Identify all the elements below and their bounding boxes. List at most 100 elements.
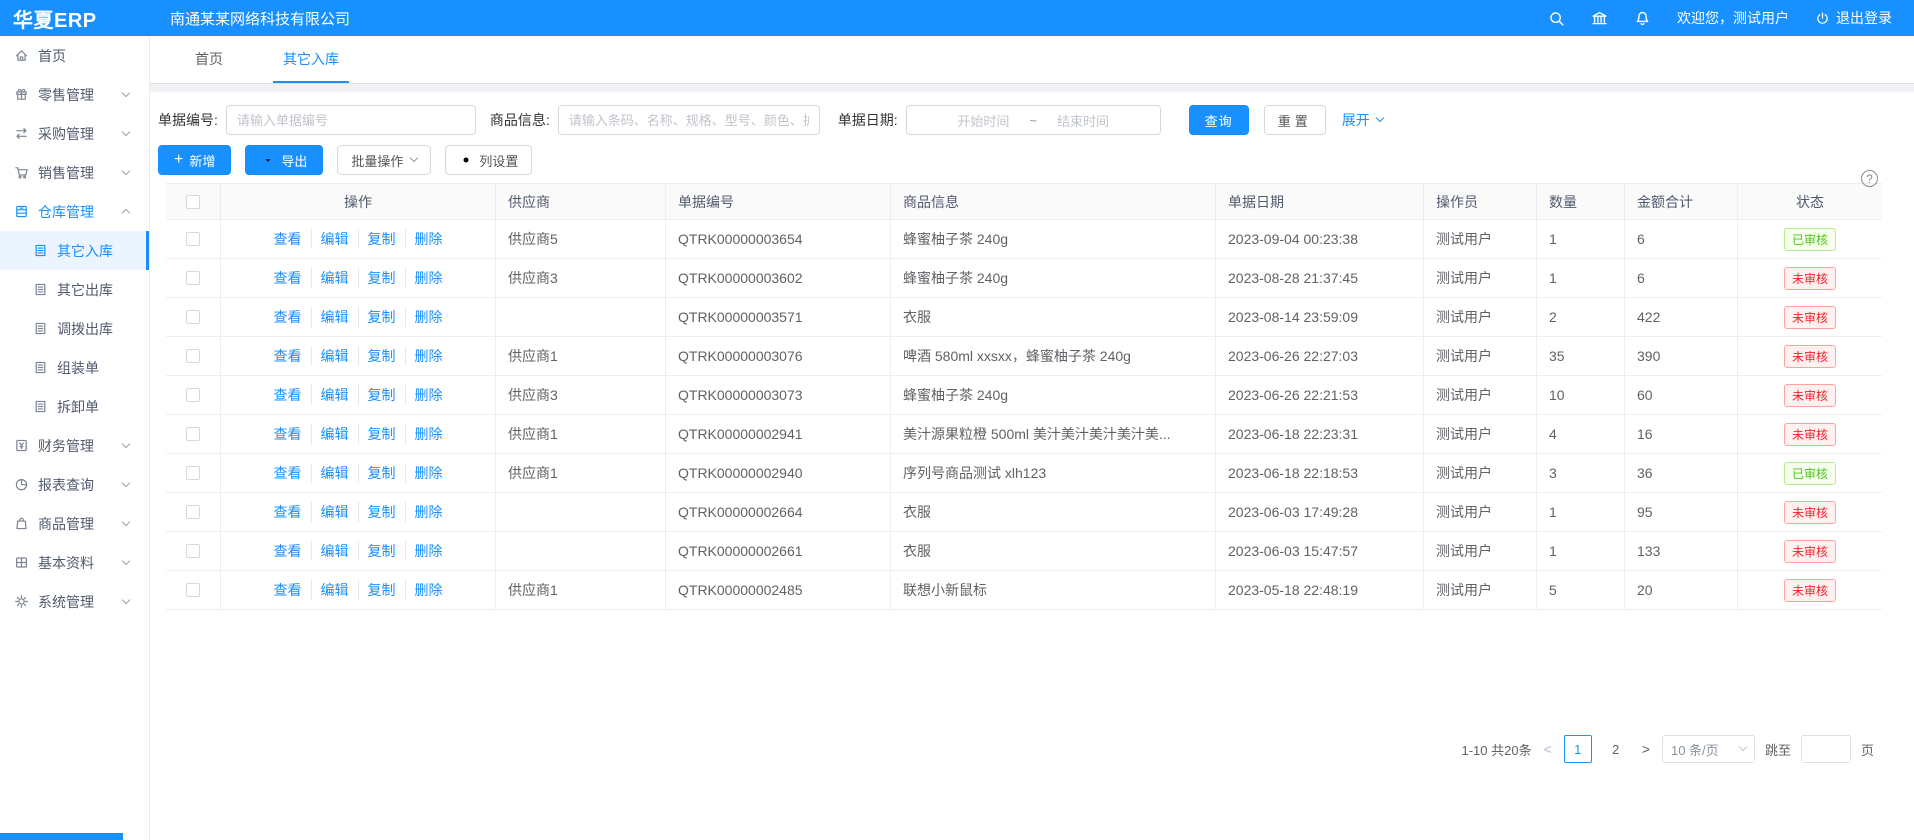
doc-no-input[interactable] [226,105,476,135]
sidebar-item-other-outbound[interactable]: 其它出库 [0,270,149,309]
edit-link[interactable]: 编辑 [311,580,349,600]
view-link[interactable]: 查看 [274,307,302,327]
sidebar-item-goods[interactable]: 商品管理 [0,504,149,543]
sidebar-item-finance[interactable]: 财务管理 [0,426,149,465]
edit-link[interactable]: 编辑 [311,229,349,249]
bank-icon[interactable] [1591,10,1608,27]
date-range-input[interactable]: 开始时间 ~ 结束时间 [906,105,1161,135]
view-link[interactable]: 查看 [274,580,302,600]
view-link[interactable]: 查看 [274,385,302,405]
help-icon[interactable]: ? [1861,170,1878,187]
sidebar-item-sales[interactable]: 销售管理 [0,153,149,192]
delete-link[interactable]: 删除 [405,268,443,288]
delete-link[interactable]: 删除 [405,385,443,405]
delete-link[interactable]: 删除 [405,502,443,522]
view-link[interactable]: 查看 [274,346,302,366]
expand-link[interactable]: 展开 [1342,110,1383,130]
search-button[interactable]: 查询 [1189,105,1249,135]
status-badge: 未审核 [1784,540,1836,563]
row-checkbox[interactable] [186,232,200,246]
reset-button[interactable]: 重置 [1264,105,1326,135]
add-button[interactable]: + 新增 [158,145,231,175]
column-settings-button[interactable]: 列设置 [445,145,532,175]
copy-link[interactable]: 复制 [358,502,396,522]
delete-link[interactable]: 删除 [405,307,443,327]
copy-link[interactable]: 复制 [358,307,396,327]
edit-link[interactable]: 编辑 [311,541,349,561]
copy-link[interactable]: 复制 [358,268,396,288]
sidebar-item-disassembly-order[interactable]: 拆卸单 [0,387,149,426]
sidebar-item-transfer-outbound[interactable]: 调拨出库 [0,309,149,348]
delete-link[interactable]: 删除 [405,229,443,249]
edit-link[interactable]: 编辑 [311,424,349,444]
copy-link[interactable]: 复制 [358,580,396,600]
row-checkbox[interactable] [186,388,200,402]
delete-link[interactable]: 删除 [405,580,443,600]
delete-link[interactable]: 删除 [405,424,443,444]
prev-page-button[interactable]: < [1542,741,1554,757]
delete-link[interactable]: 删除 [405,463,443,483]
row-actions: 查看 编辑 复制 删除 [221,337,496,375]
search-icon[interactable] [1548,10,1565,27]
edit-link[interactable]: 编辑 [311,268,349,288]
date-cell: 2023-06-26 22:27:03 [1216,337,1424,375]
copy-link[interactable]: 复制 [358,424,396,444]
delete-link[interactable]: 删除 [405,346,443,366]
edit-link[interactable]: 编辑 [311,346,349,366]
row-actions: 查看 编辑 复制 删除 [221,493,496,531]
view-link[interactable]: 查看 [274,268,302,288]
sidebar-item-other-inbound[interactable]: 其它入库 [0,231,149,270]
sidebar-item-warehouse[interactable]: 仓库管理 [0,192,149,231]
export-label: 导出 [281,151,307,170]
doc-icon [33,243,48,258]
export-button[interactable]: 导出 [245,145,323,175]
copy-link[interactable]: 复制 [358,229,396,249]
copy-link[interactable]: 复制 [358,346,396,366]
edit-link[interactable]: 编辑 [311,385,349,405]
view-link[interactable]: 查看 [274,229,302,249]
copy-link[interactable]: 复制 [358,385,396,405]
delete-link[interactable]: 删除 [405,541,443,561]
date-cell: 2023-06-18 22:18:53 [1216,454,1424,492]
row-checkbox[interactable] [186,310,200,324]
row-checkbox[interactable] [186,583,200,597]
row-checkbox[interactable] [186,349,200,363]
edit-link[interactable]: 编辑 [311,307,349,327]
view-link[interactable]: 查看 [274,424,302,444]
page-2-button[interactable]: 2 [1602,735,1630,763]
sidebar-item-assembly-order[interactable]: 组装单 [0,348,149,387]
view-link[interactable]: 查看 [274,463,302,483]
row-checkbox[interactable] [186,505,200,519]
sidebar-item-home[interactable]: 首页 [0,36,149,75]
row-checkbox[interactable] [186,466,200,480]
copy-link[interactable]: 复制 [358,541,396,561]
row-checkbox[interactable] [186,544,200,558]
edit-link[interactable]: 编辑 [311,463,349,483]
sidebar-item-system[interactable]: 系统管理 [0,582,149,621]
page-1-button[interactable]: 1 [1564,735,1592,763]
jump-page-input[interactable] [1801,735,1851,763]
copy-link[interactable]: 复制 [358,463,396,483]
select-all-checkbox[interactable] [186,195,200,209]
logout-button[interactable]: 退出登录 [1815,8,1892,28]
view-link[interactable]: 查看 [274,502,302,522]
operator-cell: 测试用户 [1424,571,1537,609]
operator-cell: 测试用户 [1424,376,1537,414]
batch-actions-button[interactable]: 批量操作 [337,145,431,175]
row-checkbox[interactable] [186,271,200,285]
sidebar-item-retail[interactable]: 零售管理 [0,75,149,114]
sidebar-item-purchase[interactable]: 采购管理 [0,114,149,153]
bell-icon[interactable] [1634,10,1651,27]
next-page-button[interactable]: > [1640,741,1652,757]
sidebar-item-basic-data[interactable]: 基本资料 [0,543,149,582]
qty-cell: 2 [1537,298,1625,336]
page-size-select[interactable]: 10 条/页 [1662,735,1755,763]
product-info-input[interactable] [558,105,820,135]
product-cell: 蜂蜜柚子茶 240g [891,259,1216,297]
tab-home[interactable]: 首页 [185,36,233,83]
edit-link[interactable]: 编辑 [311,502,349,522]
tab-other-inbound[interactable]: 其它入库 [273,36,349,83]
sidebar-item-reports[interactable]: 报表查询 [0,465,149,504]
row-checkbox[interactable] [186,427,200,441]
view-link[interactable]: 查看 [274,541,302,561]
